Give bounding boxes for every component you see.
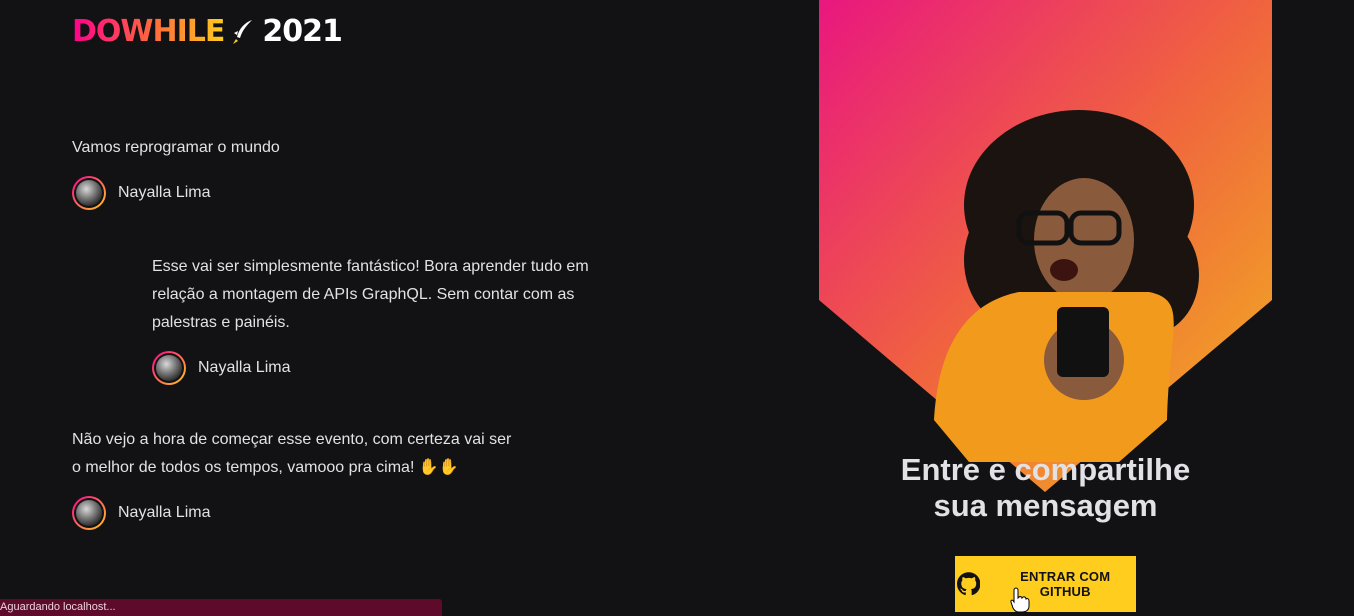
login-banner: Entre e compartilhe sua mensagem ENTRAR … [819,0,1272,616]
avatar-image [76,180,102,206]
dowhile-logo: DOWHILE 2021 [72,14,343,49]
avatar [72,496,106,530]
banner-title: Entre e compartilhe sua mensagem [819,452,1272,524]
avatar [72,176,106,210]
logo-year: 2021 [262,14,342,49]
banner-title-line: Entre e compartilhe [900,452,1191,487]
browser-status-bar: Aguardando localhost... [0,599,442,616]
message-item: Vamos reprogramar o mundo Nayalla Lima [72,134,280,210]
github-icon [957,572,981,596]
message-item: Não vejo a hora de começar esse evento, … [72,426,511,530]
author-name: Nayalla Lima [198,359,291,376]
message-item: Esse vai ser simplesmente fantástico! Bo… [152,253,589,385]
author-name: Nayalla Lima [118,184,211,201]
banner-title-line: sua mensagem [933,488,1158,523]
message-author: Nayalla Lima [152,351,589,385]
hand-cursor-icon [1010,587,1030,613]
message-text: Esse vai ser simplesmente fantástico! Bo… [152,253,589,337]
logo-brand: DOWHILE [72,14,225,49]
message-text: Vamos reprogramar o mundo [72,134,280,162]
avatar-image [76,500,102,526]
github-login-button[interactable]: ENTRAR COM GITHUB [955,556,1136,612]
message-line: o melhor de todos os tempos, vamooo pra … [72,459,459,476]
person-illustration [934,110,1199,462]
message-line: Esse vai ser simplesmente fantástico! Bo… [152,258,589,275]
author-name: Nayalla Lima [118,504,211,521]
message-line: palestras e painéis. [152,314,290,331]
message-text: Não vejo a hora de começar esse evento, … [72,426,511,482]
message-line: relação a montagem de APIs GraphQL. Sem … [152,286,575,303]
page: DOWHILE 2021 Vamos reprogramar o mundo N… [0,0,1354,616]
rocket-icon [233,19,253,44]
avatar [152,351,186,385]
message-author: Nayalla Lima [72,496,511,530]
message-line: Não vejo a hora de começar esse evento, … [72,431,512,448]
message-line: Vamos reprogramar o mundo [72,139,280,156]
avatar-image [156,355,182,381]
message-author: Nayalla Lima [72,176,280,210]
